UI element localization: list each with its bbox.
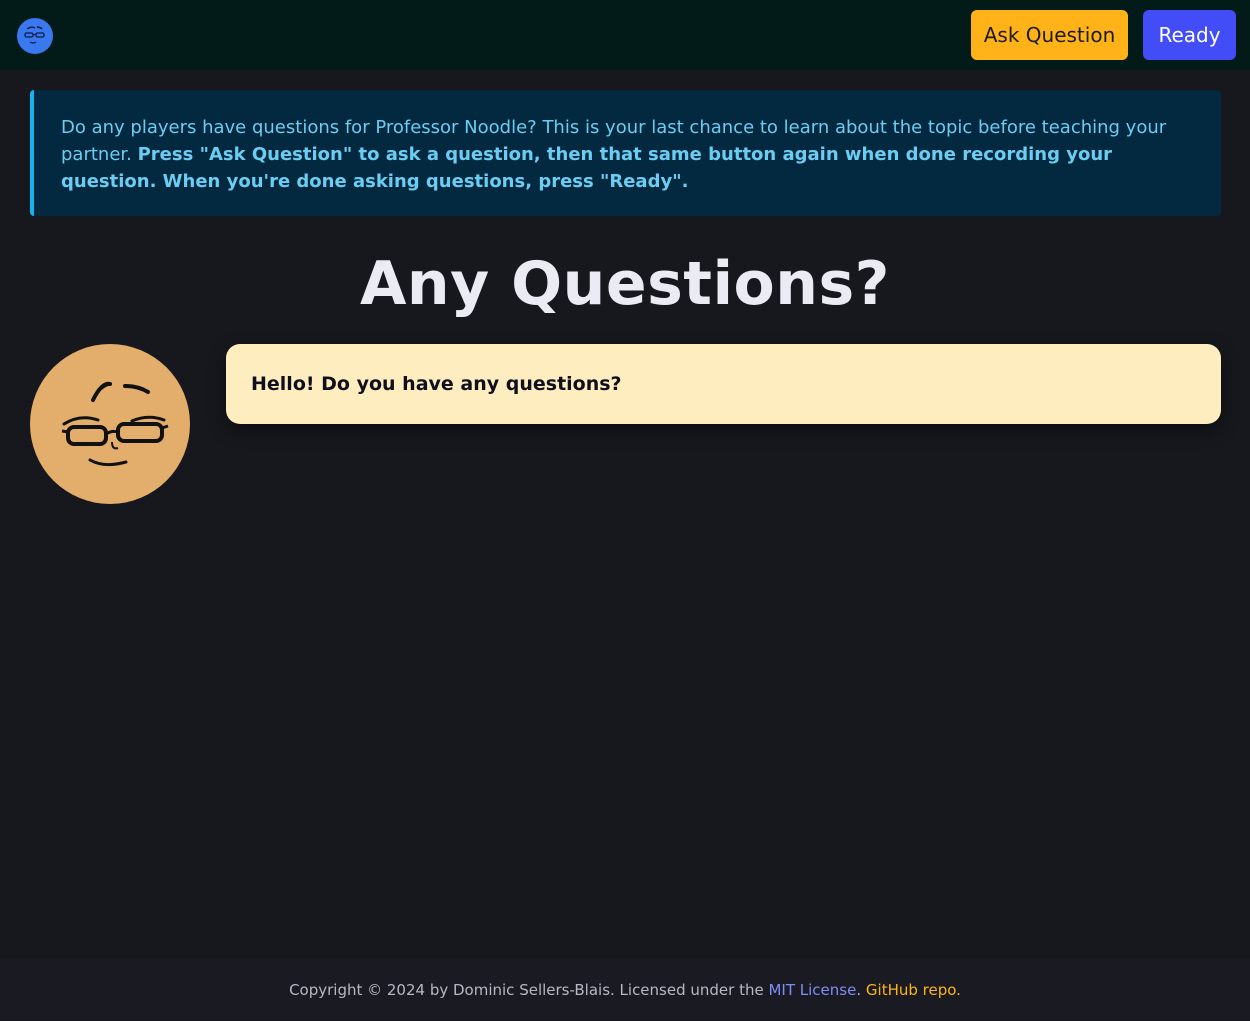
instruction-alert: Do any players have questions for Profes… xyxy=(30,90,1221,216)
speech-text: Hello! Do you have any questions? xyxy=(251,373,622,395)
speech-bubble: Hello! Do you have any questions? xyxy=(226,344,1221,424)
professor-noodle-avatar xyxy=(30,344,190,504)
copyright-text: Copyright © 2024 by Dominic Sellers-Blai… xyxy=(289,981,764,999)
ask-question-button[interactable]: Ask Question xyxy=(971,10,1128,60)
page-title: Any Questions? xyxy=(360,249,890,319)
alert-bold-text: Press "Ask Question" to ask a question, … xyxy=(61,144,1113,192)
mit-license-link[interactable]: MIT License xyxy=(768,981,856,999)
top-navbar: Ask Question Ready xyxy=(0,0,1250,70)
footer: Copyright © 2024 by Dominic Sellers-Blai… xyxy=(0,959,1250,1020)
footer-separator: . xyxy=(856,981,862,999)
ready-button[interactable]: Ready xyxy=(1143,10,1236,60)
github-repo-link[interactable]: GitHub repo. xyxy=(866,981,961,999)
professor-face-icon[interactable] xyxy=(17,18,53,54)
